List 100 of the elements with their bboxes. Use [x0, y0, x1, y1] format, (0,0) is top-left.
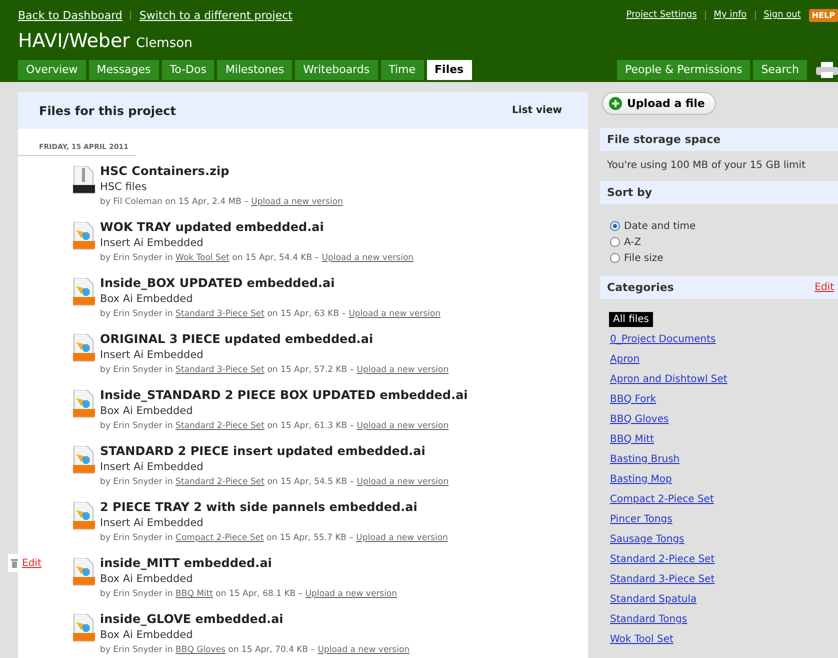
category-link[interactable]: BBQ Mitt [610, 434, 654, 444]
radio-button[interactable] [610, 237, 620, 247]
nav-tab[interactable]: To-Dos [162, 60, 214, 80]
illustrator-file-icon [73, 446, 95, 474]
nav-tab[interactable]: People & Permissions [617, 60, 750, 80]
account-link[interactable]: Project Settings [626, 10, 697, 20]
upload-version-link[interactable]: Upload a new version [356, 533, 448, 543]
section-title: Sort by [607, 186, 652, 199]
file-description: HSC files [100, 181, 148, 195]
category-link[interactable]: Standard 3-Piece Set [176, 365, 264, 375]
file-description: Box Ai Embedded [100, 573, 194, 587]
category-link[interactable]: BBQ Gloves [610, 414, 669, 424]
section-title: Categories [607, 281, 674, 294]
file-name[interactable]: inside_GLOVE embedded.ai [100, 612, 410, 629]
sort-option[interactable]: Date and time [610, 218, 828, 234]
category-link[interactable]: Wok Tool Set [176, 253, 230, 263]
sort-option[interactable]: File size [610, 250, 828, 266]
category-link[interactable]: Standard 2-Piece Set [176, 477, 264, 487]
illustrator-file-icon [73, 222, 95, 250]
file-description: Box Ai Embedded [100, 405, 194, 419]
illustrator-file-icon [73, 334, 95, 362]
nav-tab[interactable]: Files [426, 60, 472, 80]
category-link[interactable]: Apron and Dishtowl Set [610, 374, 728, 384]
nav-tab[interactable]: Search [753, 60, 807, 80]
category-link[interactable]: Sausage Tongs [610, 534, 684, 544]
category-link[interactable]: Standard Tongs [610, 614, 688, 624]
upload-version-link[interactable]: Upload a new version [356, 477, 449, 487]
trash-icon[interactable] [11, 558, 18, 568]
project-title: HAVI/Weber [18, 30, 130, 52]
radio-button[interactable] [610, 221, 620, 231]
printer-icon[interactable] [816, 62, 838, 78]
list-view-link[interactable]: List view [512, 105, 562, 116]
plus-icon [609, 97, 622, 110]
category-link[interactable]: Compact 2-Piece Set [176, 533, 264, 543]
file-name[interactable]: ORIGINAL 3 PIECE updated embedded.ai [100, 332, 449, 349]
category-link[interactable]: 0_Project Documents [610, 334, 716, 344]
radio-button[interactable] [610, 253, 620, 263]
illustrator-file-icon [73, 614, 95, 642]
upload-version-link[interactable]: Upload a new version [356, 421, 449, 431]
category-link[interactable]: Standard 3-Piece Set [610, 574, 715, 584]
header-link[interactable]: Back to Dashboard [18, 8, 122, 22]
edit-categories-link[interactable]: Edit [814, 282, 834, 293]
file-byline: by Erin Snyder in Compact 2-Piece Set on 15 Apr, 55.7 KB – Upload a new version [100, 533, 448, 543]
file-description: Insert Ai Embedded [100, 349, 204, 363]
file-name[interactable]: 2 PIECE TRAY 2 with side pannels embedded.ai [100, 500, 448, 517]
file-name[interactable]: STANDARD 2 PIECE insert updated embedded.ai [100, 444, 449, 461]
company-name: Clemson [136, 36, 192, 51]
storage-text: You're using 100 MB of your 15 GB limit [606, 159, 807, 173]
file-byline: by Fil Coleman on 15 Apr, 2.4 MB – Upload a new version [100, 197, 343, 207]
nav-tab[interactable]: Time [380, 60, 424, 80]
category-link[interactable]: Basting Brush [610, 454, 680, 464]
upload-version-link[interactable]: Upload a new version [356, 365, 449, 375]
category-link[interactable]: Standard 3-Piece Set [176, 309, 264, 319]
category-link[interactable]: Wok Tool Set [610, 634, 674, 644]
illustrator-file-icon [73, 390, 95, 418]
file-byline: by Erin Snyder in BBQ Mitt on 15 Apr, 68.1 KB – Upload a new version [100, 589, 398, 599]
illustrator-file-icon [73, 558, 95, 586]
file-description: Insert Ai Embedded [100, 237, 204, 251]
file-description: Insert Ai Embedded [100, 461, 204, 475]
file-name[interactable]: HSC Containers.zip [100, 164, 343, 181]
file-byline: by Erin Snyder in Standard 3-Piece Set on 15 Apr, 63 KB – Upload a new version [100, 309, 440, 319]
account-link[interactable]: Sign out [764, 10, 801, 20]
file-description: Box Ai Embedded [100, 293, 194, 307]
file-description: Box Ai Embedded [100, 629, 194, 643]
illustrator-file-icon [73, 502, 95, 530]
upload-version-link[interactable]: Upload a new version [322, 253, 414, 263]
file-byline: by Erin Snyder in BBQ Gloves on 15 Apr, 70.4 KB – Upload a new version [100, 645, 410, 655]
nav-tab[interactable]: Writeboards [295, 60, 378, 80]
section-title: File storage space [607, 133, 721, 146]
file-name[interactable]: Inside_STANDARD 2 PIECE BOX UPDATED embedded.ai [100, 388, 468, 405]
file-byline: by Erin Snyder in Standard 2-Piece Set on 15 Apr, 61.3 KB – Upload a new version [100, 421, 450, 431]
category-link[interactable]: Basting Mop [610, 474, 672, 484]
file-description: Insert Ai Embedded [100, 517, 204, 531]
upload-version-link[interactable]: Upload a new version [251, 197, 343, 207]
file-byline: by Erin Snyder in Standard 3-Piece Set on 15 Apr, 57.2 KB – Upload a new version [100, 365, 449, 375]
upload-version-link[interactable]: Upload a new version [348, 309, 440, 319]
category-link[interactable]: Apron [610, 354, 640, 364]
upload-version-link[interactable]: Upload a new version [318, 645, 410, 655]
nav-tab[interactable]: Milestones [217, 60, 292, 80]
file-byline: by Erin Snyder in Standard 2-Piece Set on 15 Apr, 54.5 KB – Upload a new version [100, 477, 449, 487]
category-link[interactable]: BBQ Gloves [176, 645, 226, 655]
upload-file-button[interactable]: Upload a file [602, 92, 716, 115]
account-link[interactable]: My info [714, 10, 747, 20]
category-link[interactable]: Pincer Tongs [610, 514, 672, 524]
category-link[interactable]: Standard 2-Piece Set [610, 554, 715, 564]
category-link[interactable]: BBQ Mitt [176, 589, 213, 599]
file-name[interactable]: inside_MITT embedded.ai [100, 556, 398, 573]
category-link[interactable]: Standard Spatula [610, 594, 697, 604]
category-link[interactable]: All files [609, 312, 654, 326]
category-link[interactable]: BBQ Fork [610, 394, 656, 404]
nav-tab[interactable]: Overview [18, 60, 86, 80]
file-name[interactable]: Inside_BOX UPDATED embedded.ai [100, 276, 440, 293]
nav-tab[interactable]: Messages [88, 60, 159, 80]
category-link[interactable]: Standard 2-Piece Set [176, 421, 264, 431]
sort-option[interactable]: A-Z [610, 234, 828, 250]
file-byline: by Erin Snyder in Wok Tool Set on 15 Apr, 54.4 KB – Upload a new version [100, 253, 414, 263]
file-name[interactable]: WOK TRAY updated embedded.ai [100, 220, 414, 237]
upload-version-link[interactable]: Upload a new version [305, 589, 398, 599]
header-link[interactable]: Switch to a different project [139, 8, 292, 22]
category-link[interactable]: Compact 2-Piece Set [610, 494, 714, 504]
